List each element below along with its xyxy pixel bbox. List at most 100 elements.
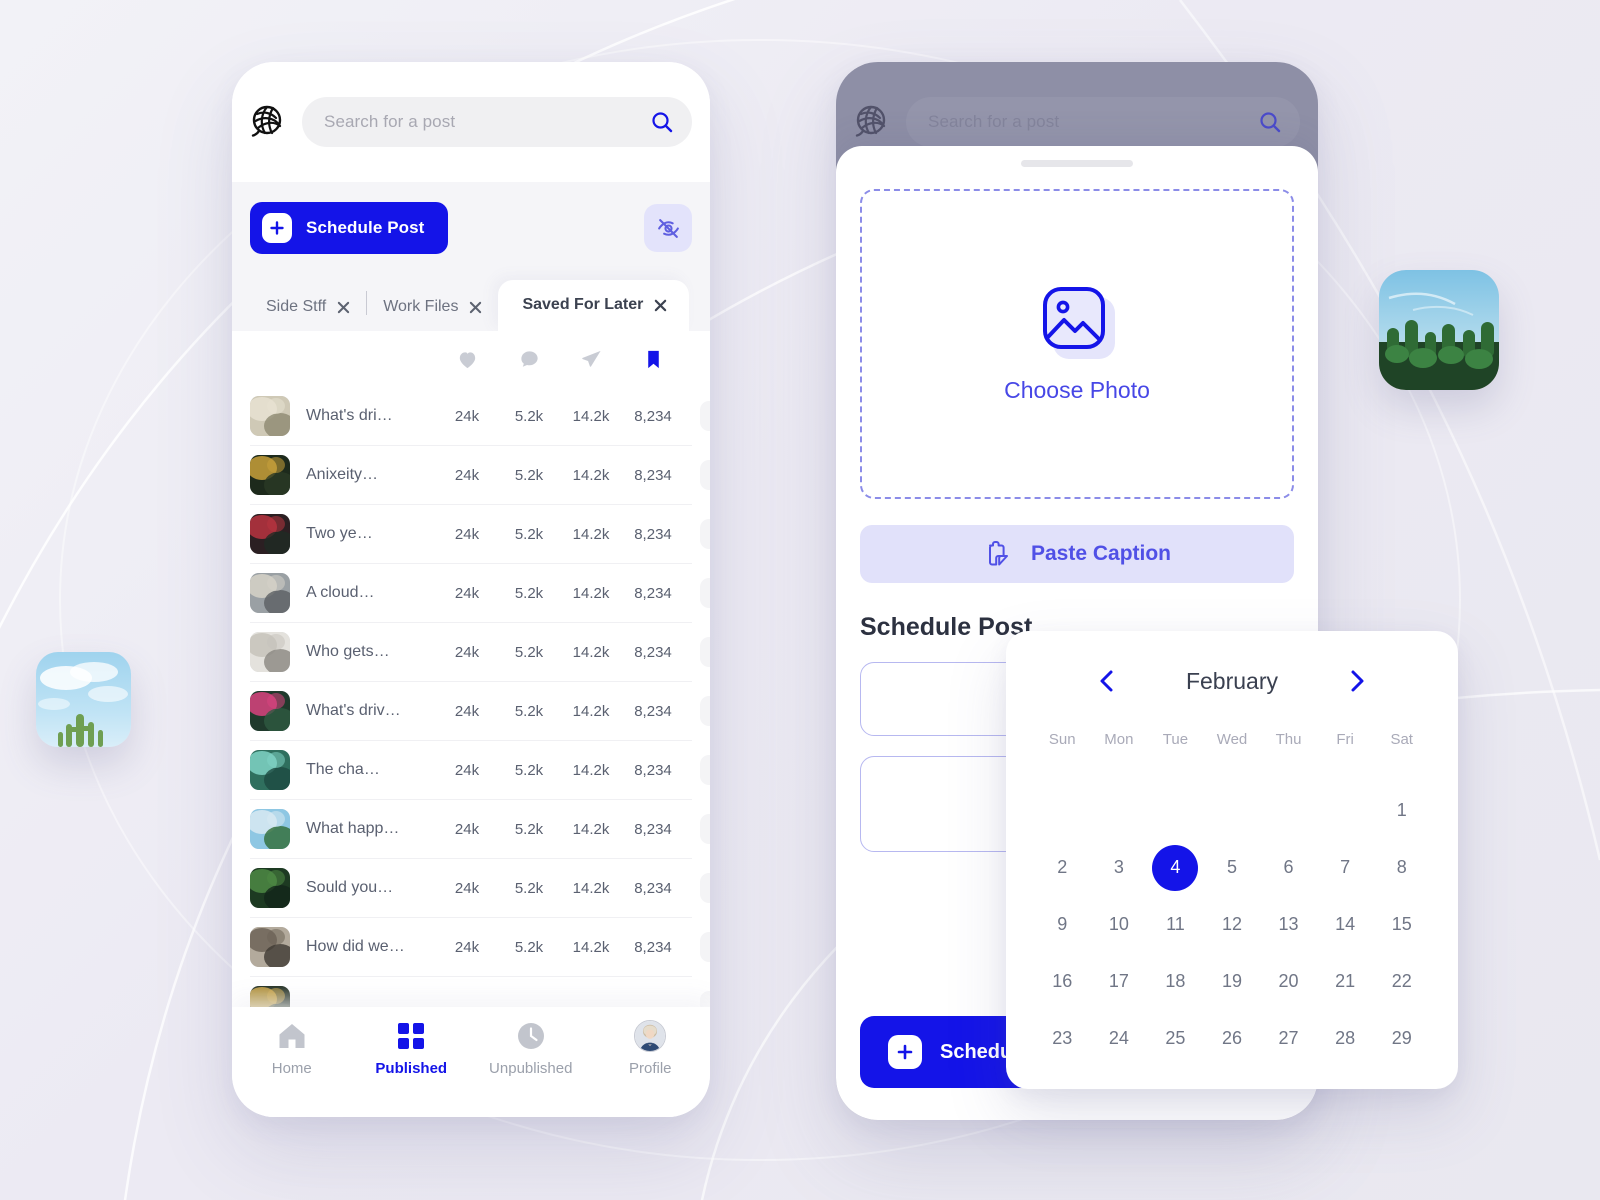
search-icon[interactable] [650,110,674,134]
calendar-day[interactable]: 28 [1317,1010,1374,1067]
table-row[interactable]: The cha… 24k 5.2k 14.2k 8,234 [250,741,710,800]
search-input[interactable]: Search for a post [302,97,692,147]
close-icon[interactable] [469,301,482,314]
bottom-navigation: Home Published Unpublished Profile [232,1007,710,1117]
list-column-headers [250,331,692,387]
calendar-weekday: Mon [1104,731,1134,748]
row-more-button[interactable] [700,519,710,549]
calendar-day[interactable]: 29 [1373,1010,1430,1067]
cactus-sky-icon[interactable] [36,652,131,747]
calendar-day[interactable]: 18 [1147,953,1204,1010]
nav-label: Published [375,1060,448,1077]
sheet-drag-handle[interactable] [1021,160,1133,167]
calendar-day-number: 20 [1278,971,1299,991]
table-row[interactable]: Two ye… 24k 5.2k 14.2k 8,234 [250,505,710,564]
cactus-field-icon[interactable] [1379,270,1499,390]
calendar-day[interactable]: 26 [1204,1010,1261,1067]
calendar-day[interactable]: 21 [1317,953,1374,1010]
tab-side-stff[interactable]: Side Stff [250,284,366,331]
paste-caption-button[interactable]: Paste Caption [860,525,1294,583]
calendar-day[interactable]: 27 [1260,1010,1317,1067]
calendar-day-number: 12 [1221,914,1242,934]
calendar-header: February [1034,657,1430,705]
nav-item-published[interactable]: Published [352,1021,472,1077]
table-row[interactable]: What's driv… 24k 5.2k 14.2k 8,234 [250,682,710,741]
row-more-button[interactable] [700,696,710,726]
calendar-day[interactable]: 23 [1034,1010,1091,1067]
calendar-day-selected[interactable]: 4 [1147,839,1204,896]
row-more-button[interactable] [700,814,710,844]
calendar-day[interactable]: 8 [1373,839,1430,896]
phone-left-screen: Search for a post Schedule Post Side Stf… [232,62,710,1117]
calendar-day[interactable]: 11 [1147,896,1204,953]
calendar-day[interactable]: 10 [1091,896,1148,953]
tab-work-files[interactable]: Work Files [367,284,498,331]
calendar-day[interactable]: 3 [1091,839,1148,896]
calendar-weekday: Tue [1162,731,1189,748]
calendar-day[interactable]: 2 [1034,839,1091,896]
calendar-day-number: 29 [1391,1028,1412,1048]
calendar-weekday: Sun [1048,731,1076,748]
calendar-day-number: 18 [1165,971,1186,991]
chevron-left-icon[interactable] [1094,668,1120,694]
calendar-day-number: 14 [1335,914,1356,934]
calendar-day[interactable]: 16 [1034,953,1091,1010]
row-more-button[interactable] [700,755,710,785]
likes-count: 24k [454,643,480,661]
chevron-right-icon[interactable] [1344,668,1370,694]
schedule-post-button[interactable]: Schedule Post [250,202,449,254]
calendar-day[interactable]: 25 [1147,1010,1204,1067]
table-row[interactable]: Who gets… 24k 5.2k 14.2k 8,234 [250,623,710,682]
row-more-button[interactable] [700,401,710,431]
calendar-day[interactable]: 1 [1373,782,1430,839]
shares-count: 14.2k [572,643,610,661]
row-more-button[interactable] [700,932,710,962]
row-more-button[interactable] [700,873,710,903]
calendar-day[interactable]: 15 [1373,896,1430,953]
calendar-empty-cell [1317,782,1374,839]
row-more-button[interactable] [700,637,710,667]
nav-item-profile[interactable]: Profile [591,1020,711,1077]
row-more-button[interactable] [700,578,710,608]
comments-count: 5.2k [514,643,544,661]
calendar-day[interactable]: 19 [1204,953,1261,1010]
calendar-day[interactable]: 7 [1317,839,1374,896]
tab-saved-for-later[interactable]: Saved For Later [498,280,690,331]
calendar-day[interactable]: 12 [1204,896,1261,953]
calendar-day-number: 27 [1278,1028,1299,1048]
calendar-day-number: 16 [1052,971,1073,991]
choose-photo-dropzone[interactable]: Choose Photo [860,189,1294,499]
table-row[interactable]: What happ… 24k 5.2k 14.2k 8,234 [250,800,710,859]
table-row[interactable]: What's dri… 24k 5.2k 14.2k 8,234 [250,387,710,446]
row-more-button[interactable] [700,460,710,490]
comments-count: 5.2k [514,879,544,897]
likes-count: 24k [454,466,480,484]
table-row[interactable]: Anixeity… 24k 5.2k 14.2k 8,234 [250,446,710,505]
tab-label: Work Files [383,298,459,315]
post-thumbnail [250,809,290,849]
table-row[interactable]: How did we… 24k 5.2k 14.2k 8,234 [250,918,710,977]
close-icon[interactable] [337,301,350,314]
hide-toggle-button[interactable] [644,204,692,252]
calendar-day[interactable]: 6 [1260,839,1317,896]
nav-item-unpublished[interactable]: Unpublished [471,1021,591,1077]
calendar-day[interactable]: 14 [1317,896,1374,953]
calendar-day[interactable]: 5 [1204,839,1261,896]
shares-count: 14.2k [572,761,610,779]
calendar-empty-cell [1091,782,1148,839]
calendar-day[interactable]: 9 [1034,896,1091,953]
table-row[interactable]: Sould you… 24k 5.2k 14.2k 8,234 [250,859,710,918]
calendar-day[interactable]: 17 [1091,953,1148,1010]
search-icon [1260,112,1281,133]
calendar-day[interactable]: 22 [1373,953,1430,1010]
saves-count: 8,234 [634,643,672,661]
calendar-day[interactable]: 24 [1091,1010,1148,1067]
table-row[interactable]: A cloud… 24k 5.2k 14.2k 8,234 [250,564,710,623]
home-icon [277,1021,307,1051]
calendar-day-number: 3 [1113,857,1124,877]
calendar-day[interactable]: 13 [1260,896,1317,953]
calendar-day[interactable]: 20 [1260,953,1317,1010]
close-icon[interactable] [654,299,667,312]
heart-icon [436,348,498,371]
nav-item-home[interactable]: Home [232,1021,352,1077]
